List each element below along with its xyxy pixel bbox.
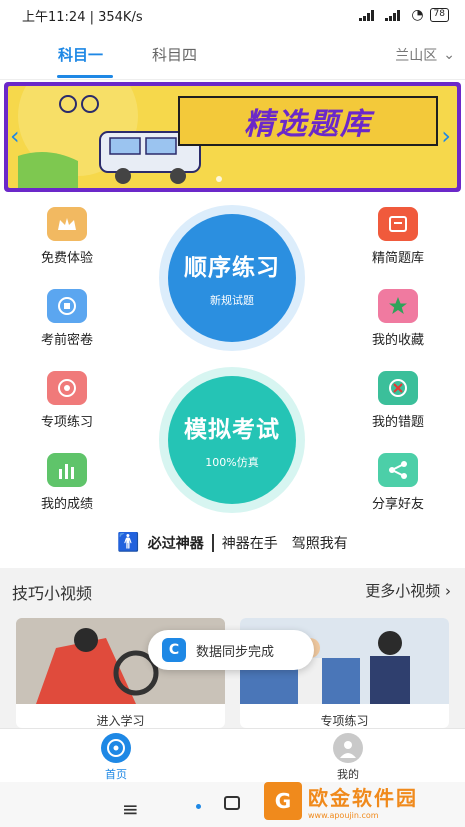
video-section-title: 技巧小视频 bbox=[12, 584, 93, 603]
special-practice-button[interactable]: 专项练习 bbox=[22, 371, 112, 430]
slogan: 🚹 必过神器 神器在手 驾照我有 bbox=[0, 532, 465, 553]
mock-exam-button[interactable]: 模拟考试 100%仿真 bbox=[159, 367, 305, 513]
exam-secret-button[interactable]: 考前密卷 bbox=[22, 289, 112, 348]
tab-subject-four[interactable]: 科目四 bbox=[152, 44, 197, 65]
signal-icon bbox=[359, 9, 379, 21]
promo-banner[interactable]: 精选题库 ‹ › bbox=[4, 82, 461, 192]
chevron-right-icon: › bbox=[445, 582, 451, 600]
chevron-down-icon: ⌄ bbox=[443, 47, 455, 63]
video-caption: 专项练习 bbox=[320, 714, 369, 728]
premium-bank-label: 精简题库 bbox=[371, 251, 424, 266]
toast-text: 数据同步完成 bbox=[196, 644, 275, 660]
share-icon bbox=[378, 453, 418, 487]
nav-mine[interactable]: 我的 bbox=[308, 733, 388, 782]
my-mistakes-label: 我的错题 bbox=[371, 415, 424, 430]
status-icons: ◔ 78 bbox=[359, 7, 449, 23]
user-avatar-icon bbox=[333, 733, 363, 763]
banner-title-box: 精选题库 bbox=[178, 96, 438, 146]
feature-grid: 免费体验 考前密卷 专项练习 我的成绩 精简题库 我的收藏 我的错题 分享好友 … bbox=[0, 195, 465, 567]
person-icon: 🚹 bbox=[117, 532, 140, 553]
status-time: 上午11:24 | 354K/s bbox=[22, 9, 143, 25]
recent-apps-icon[interactable] bbox=[224, 796, 240, 810]
banner-image: 精选题库 bbox=[8, 86, 457, 188]
slogan-brand: 必过神器 bbox=[147, 535, 204, 552]
mistake-book-icon bbox=[378, 371, 418, 405]
watermark-text-group: 欧金软件园 www.apoujin.com bbox=[308, 782, 418, 820]
status-bar: 上午11:24 | 354K/s ◔ 78 bbox=[0, 0, 465, 30]
slogan-divider bbox=[211, 533, 214, 552]
my-mistakes-button[interactable]: 我的错题 bbox=[353, 371, 443, 430]
star-icon bbox=[378, 289, 418, 323]
sequential-practice-label: 顺序练习 bbox=[184, 255, 280, 281]
nav-home[interactable]: 首页 bbox=[76, 733, 156, 782]
my-favorites-label: 我的收藏 bbox=[371, 333, 424, 348]
watermark-logo: G bbox=[264, 782, 302, 820]
region-label: 兰山区 bbox=[395, 48, 438, 64]
battery-icon: 78 bbox=[429, 8, 449, 22]
nav-home-label: 首页 bbox=[105, 768, 127, 781]
banner-indicator-dot bbox=[216, 176, 222, 182]
free-trial-label: 免费体验 bbox=[40, 251, 93, 266]
premium-bank-button[interactable]: 精简题库 bbox=[353, 207, 443, 266]
crown-icon bbox=[47, 207, 87, 241]
subject-tabs: 科目一 科目四 兰山区 ⌄ bbox=[0, 30, 465, 80]
mock-exam-sub: 100%仿真 bbox=[205, 456, 259, 469]
mock-exam-circle: 模拟考试 100%仿真 bbox=[168, 376, 296, 504]
bottom-nav: 首页 我的 bbox=[0, 728, 465, 782]
app-logo-icon: C bbox=[162, 638, 186, 662]
more-videos-label: 更多小视频 bbox=[365, 582, 441, 600]
video-caption: 进入学习 bbox=[96, 714, 145, 728]
sequential-practice-button[interactable]: 顺序练习 新规试题 bbox=[159, 205, 305, 351]
exam-secret-label: 考前密卷 bbox=[40, 333, 93, 348]
free-trial-button[interactable]: 免费体验 bbox=[22, 207, 112, 266]
home-dot-icon bbox=[196, 804, 201, 809]
my-favorites-button[interactable]: 我的收藏 bbox=[353, 289, 443, 348]
wifi-icon: ◔ bbox=[411, 7, 424, 23]
bar-chart-icon bbox=[47, 453, 87, 487]
slogan-tagline: 神器在手 驾照我有 bbox=[221, 535, 348, 552]
banner-title: 精选题库 bbox=[244, 107, 372, 142]
chevron-left-icon[interactable]: ‹ bbox=[10, 122, 20, 150]
mock-exam-label: 模拟考试 bbox=[184, 417, 280, 443]
watermark: G 欧金软件园 www.apoujin.com bbox=[264, 778, 460, 824]
book-icon bbox=[378, 207, 418, 241]
region-selector[interactable]: 兰山区 ⌄ bbox=[395, 45, 455, 65]
video-header: 技巧小视频 更多小视频 › bbox=[0, 568, 465, 612]
sync-toast: C 数据同步完成 bbox=[148, 630, 314, 670]
menu-icon[interactable]: ≡ bbox=[122, 797, 139, 821]
steering-wheel-icon bbox=[101, 733, 131, 763]
watermark-text: 欧金软件园 bbox=[308, 786, 418, 810]
share-friends-label: 分享好友 bbox=[371, 497, 424, 512]
my-scores-label: 我的成绩 bbox=[40, 497, 93, 512]
watermark-url: www.apoujin.com bbox=[308, 811, 379, 820]
tab-subject-one[interactable]: 科目一 bbox=[58, 44, 103, 65]
more-videos-link[interactable]: 更多小视频 › bbox=[365, 580, 451, 601]
target-icon bbox=[47, 371, 87, 405]
chevron-right-icon[interactable]: › bbox=[441, 122, 451, 150]
share-friends-button[interactable]: 分享好友 bbox=[353, 453, 443, 512]
my-scores-button[interactable]: 我的成绩 bbox=[22, 453, 112, 512]
sequential-practice-sub: 新规试题 bbox=[210, 294, 254, 307]
sequential-practice-circle: 顺序练习 新规试题 bbox=[168, 214, 296, 342]
secret-paper-icon bbox=[47, 289, 87, 323]
tab-underline bbox=[57, 75, 113, 78]
special-practice-label: 专项练习 bbox=[40, 415, 93, 430]
signal-icon bbox=[385, 9, 405, 21]
